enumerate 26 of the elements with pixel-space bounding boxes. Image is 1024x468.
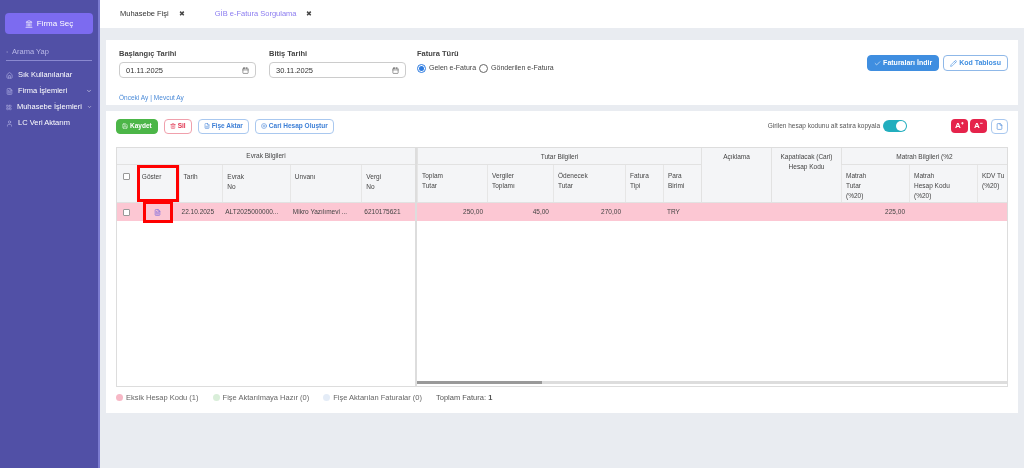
calendar-icon	[242, 66, 249, 74]
font-size-button[interactable]: A⁻	[970, 118, 987, 133]
calendar-icon	[392, 66, 399, 74]
firm-select-button[interactable]: Firma Seç	[5, 13, 93, 34]
pencil-icon	[950, 59, 958, 67]
grid-icon	[6, 103, 12, 111]
bank-icon	[24, 19, 33, 28]
button-icon	[169, 123, 176, 129]
button-icon	[203, 123, 210, 129]
button-icon	[122, 123, 128, 129]
toggle-switch[interactable]	[883, 120, 907, 132]
file-icon	[996, 122, 1003, 130]
select-all-checkbox[interactable]	[123, 173, 131, 180]
house-icon	[6, 71, 13, 79]
check-icon	[874, 59, 882, 67]
button-icon	[260, 123, 267, 129]
caret-icon	[86, 104, 92, 110]
person-icon	[6, 119, 13, 127]
font-size-button[interactable]: A⁺	[951, 118, 968, 133]
caret-icon	[86, 88, 92, 94]
document-icon	[6, 87, 13, 95]
view-document-icon[interactable]	[142, 201, 173, 223]
radio-button[interactable]	[417, 64, 426, 73]
export-button[interactable]	[991, 118, 1008, 134]
row-checkbox[interactable]	[123, 208, 131, 216]
scrollbar[interactable]	[417, 381, 1007, 384]
